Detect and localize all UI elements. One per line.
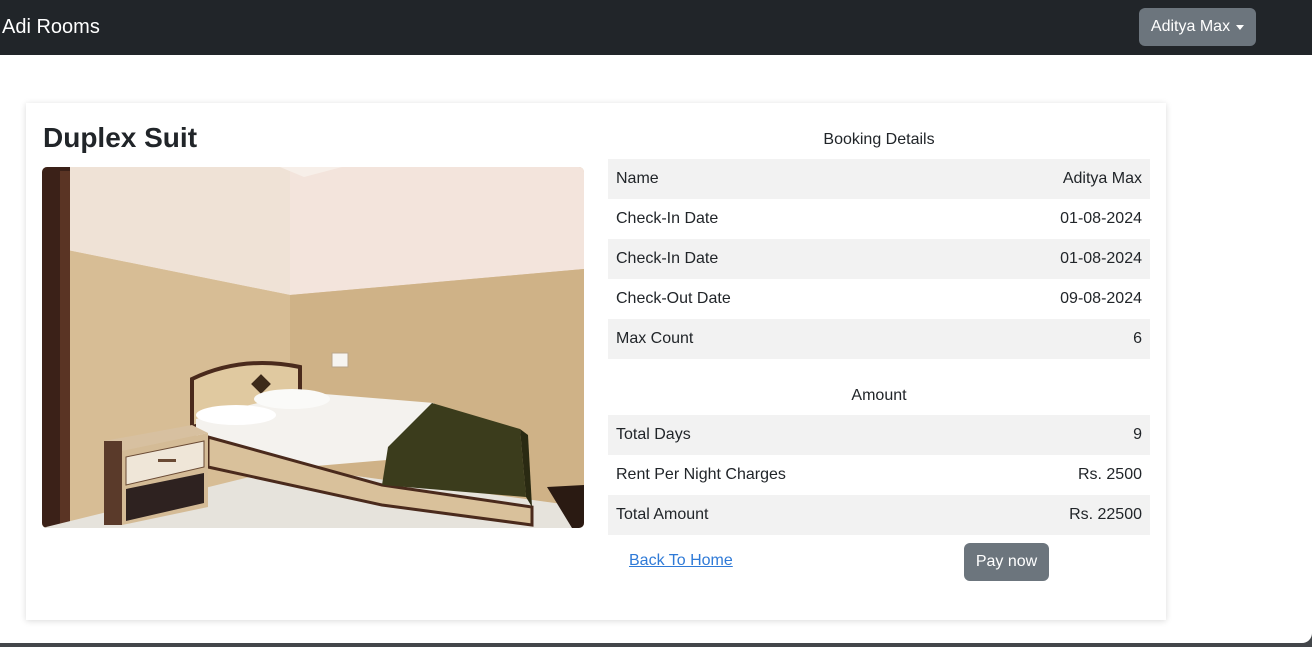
booking-row-check-out: Check-Out Date 09-08-2024	[608, 279, 1150, 319]
row-value: Rs. 22500	[1069, 506, 1142, 523]
booking-row-check-in: Check-In Date 01-08-2024	[608, 199, 1150, 239]
row-label: Check-Out Date	[616, 290, 731, 307]
user-menu-dropdown[interactable]: Aditya Max	[1139, 8, 1256, 46]
room-photo	[42, 167, 584, 528]
booking-row-name: Name Aditya Max	[608, 159, 1150, 199]
row-label: Check-In Date	[616, 250, 719, 267]
row-value: 6	[1133, 330, 1142, 347]
row-label: Total Days	[616, 426, 691, 443]
row-value: 01-08-2024	[1060, 250, 1142, 267]
row-value: Rs. 2500	[1077, 466, 1142, 483]
pay-now-button[interactable]: Pay now	[964, 543, 1049, 581]
brand-link[interactable]: Adi Rooms	[2, 14, 100, 41]
booking-card: Duplex Suit Booking Details Name Aditya …	[26, 103, 1166, 620]
row-label: Name	[616, 170, 659, 187]
amount-row-total-days: Total Days 9	[608, 415, 1150, 455]
room-title: Duplex Suit	[43, 122, 198, 153]
row-value: 01-08-2024	[1060, 210, 1142, 227]
amount-row-total-amount: Total Amount Rs. 22500	[608, 495, 1150, 535]
user-menu-label: Aditya Max	[1150, 18, 1231, 35]
row-label: Max Count	[616, 330, 694, 347]
back-to-home-link[interactable]: Back To Home	[629, 552, 733, 570]
row-label: Check-In Date	[616, 210, 719, 227]
page-content: Duplex Suit Booking Details Name Aditya …	[0, 55, 1312, 643]
row-label: Rent Per Night Charges	[616, 466, 786, 483]
row-value: 09-08-2024	[1060, 290, 1142, 307]
top-navbar: Adi Rooms Aditya Max	[0, 0, 1312, 55]
row-label: Total Amount	[616, 506, 709, 523]
chevron-down-icon	[1236, 25, 1245, 30]
booking-details-heading: Booking Details	[823, 131, 935, 148]
booking-row-check-in-2: Check-In Date 01-08-2024	[608, 239, 1150, 279]
amount-heading: Amount	[851, 387, 907, 404]
row-value: Aditya Max	[1062, 170, 1142, 187]
row-value: 9	[1133, 426, 1142, 443]
booking-row-max-count: Max Count 6	[608, 319, 1150, 359]
amount-row-rent-per-night: Rent Per Night Charges Rs. 2500	[608, 455, 1150, 495]
